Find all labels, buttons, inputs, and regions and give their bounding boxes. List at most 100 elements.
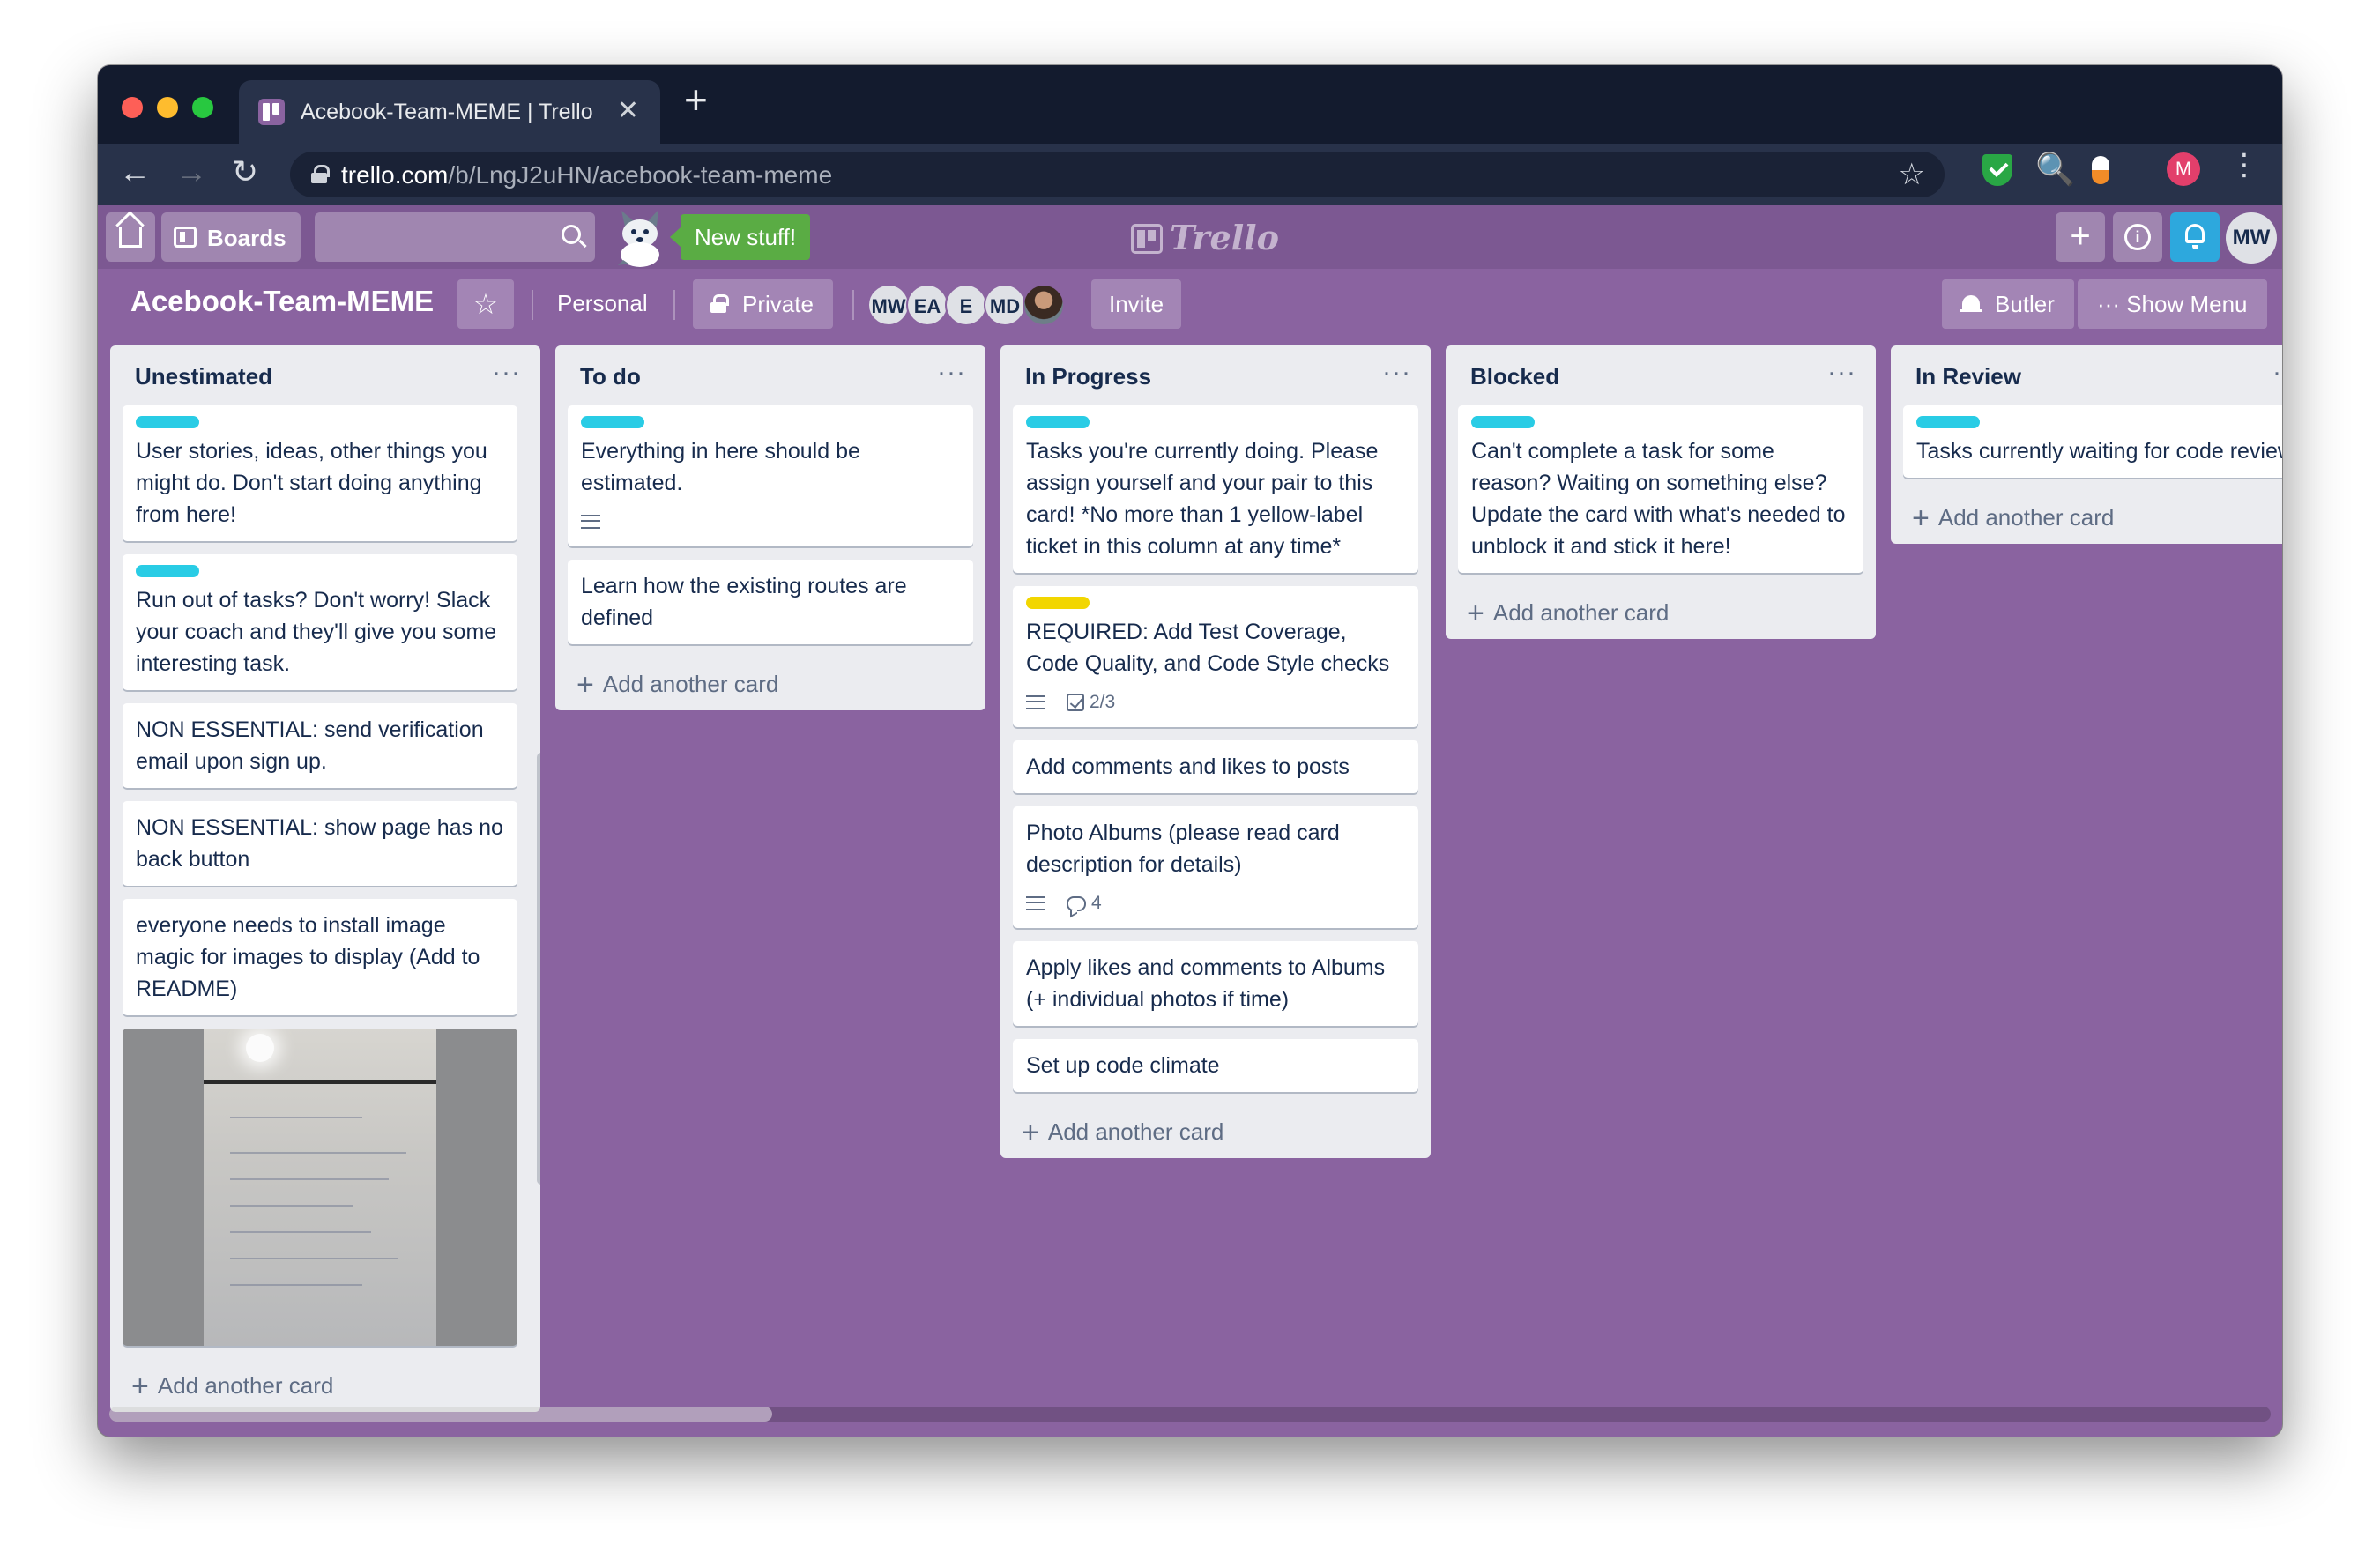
card[interactable]: Can't complete a task for some reason? W… <box>1458 405 1863 573</box>
add-card-button[interactable]: + Add another card <box>1000 1105 1431 1158</box>
close-window-button[interactable] <box>122 97 143 118</box>
board-title[interactable]: Acebook-Team-MEME <box>130 285 434 318</box>
card[interactable]: Run out of tasks? Don't worry! Slack you… <box>123 554 517 690</box>
card-list: Everything in here should be estimated. … <box>555 405 985 644</box>
card[interactable]: Set up code climate <box>1013 1039 1418 1092</box>
card-list: Can't complete a task for some reason? W… <box>1446 405 1876 573</box>
maximize-window-button[interactable] <box>192 97 213 118</box>
list-title[interactable]: To do <box>580 363 641 390</box>
bell-icon <box>2185 224 2205 249</box>
shield-extension-icon[interactable] <box>1982 154 2012 186</box>
card[interactable]: Add comments and likes to posts <box>1013 740 1418 793</box>
card-whiteboard-photo[interactable] <box>123 1029 517 1346</box>
star-board-button[interactable]: ☆ <box>457 279 514 329</box>
browser-tab-active[interactable]: Acebook-Team-MEME | Trello ✕ <box>239 80 660 144</box>
member-avatar-photo[interactable] <box>1023 284 1065 326</box>
card[interactable]: NON ESSENTIAL: show page has no back but… <box>123 801 517 886</box>
list-header: In Review ··· <box>1891 345 2282 405</box>
card-title: Add comments and likes to posts <box>1026 754 1350 779</box>
board-header: Acebook-Team-MEME ☆ Personal Private MW … <box>98 269 2282 337</box>
list-menu-icon[interactable]: ··· <box>937 358 966 388</box>
card[interactable]: everyone needs to install image magic fo… <box>123 899 517 1015</box>
card[interactable]: Tasks currently waiting for code review <box>1903 405 2282 478</box>
card-title: Run out of tasks? Don't worry! Slack you… <box>136 588 497 676</box>
back-icon[interactable]: ← <box>119 156 151 188</box>
add-card-button[interactable]: + Add another card <box>555 657 985 710</box>
lock-icon <box>311 165 330 183</box>
add-card-button[interactable]: + Add another card <box>1891 491 2282 544</box>
member-avatar[interactable]: EA <box>906 284 948 326</box>
list-menu-icon[interactable]: ··· <box>1827 358 1856 388</box>
search-icon <box>562 225 581 244</box>
reload-icon[interactable]: ↻ <box>232 156 258 188</box>
card-badges <box>581 508 960 536</box>
board-horizontal-scrollbar[interactable] <box>109 1407 2271 1422</box>
member-avatar[interactable]: MD <box>984 284 1026 326</box>
search-extension-icon[interactable]: 🔍 <box>2035 151 2075 188</box>
browser-menu-icon[interactable]: ⋮ <box>2229 147 2259 182</box>
info-button[interactable]: i <box>2113 212 2162 262</box>
list-title[interactable]: Blocked <box>1470 363 1559 390</box>
notifications-button[interactable] <box>2170 212 2220 262</box>
list-title[interactable]: In Progress <box>1025 363 1151 390</box>
list-scrollbar[interactable] <box>537 753 540 1185</box>
card[interactable]: Everything in here should be estimated. <box>568 405 973 546</box>
privacy-button[interactable]: Private <box>693 279 833 329</box>
show-menu-button[interactable]: ··· Show Menu <box>2078 279 2267 329</box>
browser-profile-avatar[interactable]: M <box>2167 152 2200 186</box>
list-in-review: In Review ··· Tasks currently waiting fo… <box>1891 345 2282 544</box>
new-tab-button[interactable]: + <box>684 79 708 120</box>
new-stuff-button[interactable]: New stuff! <box>669 214 811 260</box>
boards-button[interactable]: Boards <box>161 212 301 262</box>
card-label <box>581 416 644 428</box>
search-input[interactable] <box>315 212 595 262</box>
add-card-button[interactable]: + Add another card <box>1446 586 1876 639</box>
add-card-button[interactable]: + Add another card <box>110 1359 540 1412</box>
card[interactable]: Apply likes and comments to Albums (+ in… <box>1013 941 1418 1026</box>
list-blocked: Blocked ··· Can't complete a task for so… <box>1446 345 1876 639</box>
pill-extension-icon[interactable] <box>2092 156 2109 184</box>
card-title: REQUIRED: Add Test Coverage, Code Qualit… <box>1026 620 1390 676</box>
card[interactable]: Photo Albums (please read card descripti… <box>1013 806 1418 928</box>
card[interactable]: User stories, ideas, other things you mi… <box>123 405 517 541</box>
butler-button[interactable]: Butler <box>1942 279 2074 329</box>
bookmark-star-icon[interactable]: ☆ <box>1899 157 1925 192</box>
card[interactable]: NON ESSENTIAL: send verification email u… <box>123 703 517 788</box>
card[interactable]: REQUIRED: Add Test Coverage, Code Qualit… <box>1013 586 1418 727</box>
trello-favicon-icon <box>258 99 285 125</box>
minimize-window-button[interactable] <box>157 97 178 118</box>
team-visibility-button[interactable]: Personal <box>557 290 648 317</box>
tab-close-icon[interactable]: ✕ <box>617 95 639 126</box>
trello-logo-icon <box>1131 224 1163 254</box>
list-menu-icon[interactable]: ··· <box>1382 358 1411 388</box>
description-icon <box>581 515 600 529</box>
privacy-label: Private <box>742 291 814 317</box>
plus-icon: + <box>1912 501 1930 535</box>
create-button[interactable]: + <box>2056 212 2105 262</box>
member-avatar[interactable]: MW <box>867 284 910 326</box>
card-list: User stories, ideas, other things you mi… <box>110 405 540 1346</box>
card-title: Photo Albums (please read card descripti… <box>1026 821 1340 877</box>
member-avatar[interactable]: E <box>945 284 987 326</box>
tab-strip: Acebook-Team-MEME | Trello ✕ + <box>98 65 2282 144</box>
url-text: trello.com/b/LngJ2uHN/acebook-team-meme <box>341 161 833 189</box>
scrollbar-thumb[interactable] <box>109 1407 772 1422</box>
list-header: Unestimated ··· <box>110 345 540 405</box>
info-icon: i <box>2124 224 2151 250</box>
list-title[interactable]: In Review <box>1915 363 2021 390</box>
forward-icon[interactable]: → <box>175 156 207 188</box>
list-menu-icon[interactable]: ··· <box>2272 358 2282 388</box>
user-avatar[interactable]: MW <box>2226 212 2277 264</box>
card[interactable]: Tasks you're currently doing. Please ass… <box>1013 405 1418 573</box>
list-header: To do ··· <box>555 345 985 405</box>
taco-mascot-icon[interactable] <box>613 207 667 267</box>
list-title[interactable]: Unestimated <box>135 363 272 390</box>
invite-button[interactable]: Invite <box>1091 279 1182 329</box>
address-bar[interactable]: trello.com/b/LngJ2uHN/acebook-team-meme … <box>290 152 1945 197</box>
card[interactable]: Learn how the existing routes are define… <box>568 560 973 644</box>
plus-icon: + <box>1467 597 1484 630</box>
home-button[interactable] <box>106 212 155 262</box>
browser-window: Acebook-Team-MEME | Trello ✕ + ← → ↻ tre… <box>98 65 2282 1437</box>
list-menu-icon[interactable]: ··· <box>492 358 521 388</box>
comment-count: 4 <box>1091 893 1102 913</box>
